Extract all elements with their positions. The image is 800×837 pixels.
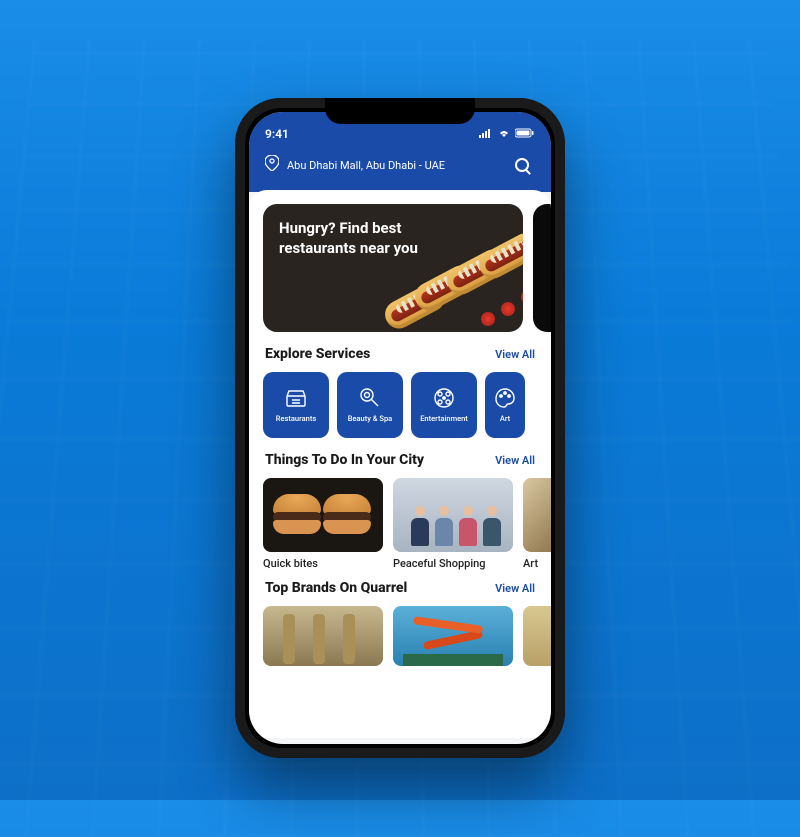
explore-view-all[interactable]: View All — [495, 348, 535, 361]
content-sheet: Hungry? Find best restaurants near you — [249, 190, 551, 738]
wifi-icon — [497, 127, 511, 141]
card-image-art — [523, 478, 551, 552]
brand-card-2[interactable] — [393, 606, 513, 666]
location-pin-icon — [265, 155, 279, 175]
card-label: Peaceful Shopping — [393, 557, 513, 570]
hero-card-food[interactable]: Hungry? Find best restaurants near you — [263, 204, 523, 332]
phone-frame: 9:41 Abu Dhabi Mall, Abu Dhabi - UAE Hun… — [235, 98, 565, 758]
explore-tiles[interactable]: Restaurants Beauty & Spa Entertainment A… — [263, 372, 537, 438]
brand-card-1[interactable] — [263, 606, 383, 666]
app-screen: 9:41 Abu Dhabi Mall, Abu Dhabi - UAE Hun… — [249, 112, 551, 744]
things-cards[interactable]: Quick bites Peaceful Shopping Art — [263, 478, 537, 570]
search-icon — [515, 158, 529, 172]
things-title: Things To Do In Your City — [265, 452, 424, 468]
tile-label: Beauty & Spa — [348, 415, 392, 423]
restaurant-icon — [284, 386, 308, 410]
location-row[interactable]: Abu Dhabi Mall, Abu Dhabi - UAE — [265, 152, 535, 178]
beauty-icon — [358, 386, 382, 410]
phone-notch — [325, 98, 475, 124]
art-icon — [493, 386, 517, 410]
tile-beauty[interactable]: Beauty & Spa — [337, 372, 403, 438]
app-header: 9:41 Abu Dhabi Mall, Abu Dhabi - UAE — [249, 112, 551, 192]
things-view-all[interactable]: View All — [495, 454, 535, 467]
card-label: Quick bites — [263, 557, 383, 570]
status-time: 9:41 — [265, 127, 289, 141]
card-image-burgers — [263, 478, 383, 552]
things-header: Things To Do In Your City View All — [265, 452, 535, 468]
brands-view-all[interactable]: View All — [495, 582, 535, 595]
tile-label: Entertainment — [420, 415, 468, 423]
tile-art[interactable]: Art — [485, 372, 525, 438]
entertainment-icon — [432, 386, 456, 410]
card-shopping[interactable]: Peaceful Shopping — [393, 478, 513, 570]
tile-label: Art — [500, 415, 510, 423]
location-text: Abu Dhabi Mall, Abu Dhabi - UAE — [287, 159, 501, 172]
search-button[interactable] — [509, 152, 535, 178]
explore-title: Explore Services — [265, 346, 370, 362]
tile-entertainment[interactable]: Entertainment — [411, 372, 477, 438]
brands-title: Top Brands On Quarrel — [265, 580, 407, 596]
battery-icon — [515, 127, 535, 141]
brands-header: Top Brands On Quarrel View All — [265, 580, 535, 596]
card-image-shopping — [393, 478, 513, 552]
card-art[interactable]: Art — [523, 478, 551, 570]
status-indicators — [479, 127, 535, 141]
brands-cards[interactable] — [263, 606, 537, 666]
card-quick-bites[interactable]: Quick bites — [263, 478, 383, 570]
card-label: Art — [523, 557, 551, 570]
hero-card-next[interactable] — [533, 204, 551, 332]
tile-label: Restaurants — [276, 415, 316, 423]
hero-carousel[interactable]: Hungry? Find best restaurants near you — [263, 204, 537, 332]
hero-text: Hungry? Find best restaurants near you — [279, 218, 429, 259]
tile-restaurants[interactable]: Restaurants — [263, 372, 329, 438]
status-bar: 9:41 — [265, 122, 535, 146]
signal-icon — [479, 127, 493, 141]
brand-card-3[interactable] — [523, 606, 551, 666]
explore-header: Explore Services View All — [265, 346, 535, 362]
